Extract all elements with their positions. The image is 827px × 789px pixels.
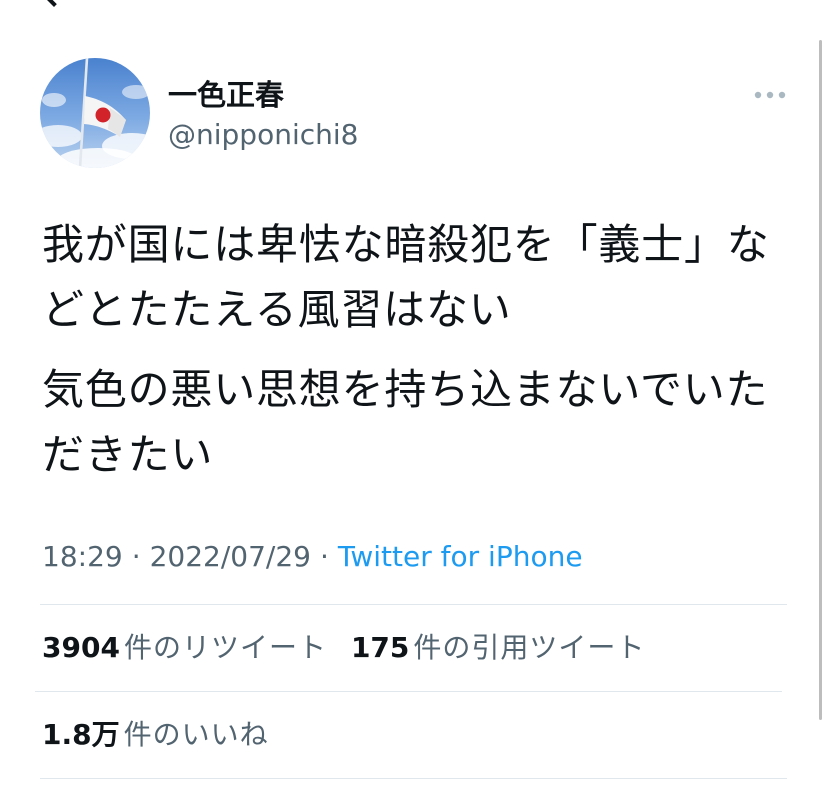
tweet-paragraph: 我が国には卑怯な暗殺犯を「義士」などとたたえる風習はない — [42, 220, 770, 334]
divider — [40, 778, 787, 779]
tweet-time: 18:29 — [42, 540, 123, 573]
more-horizontal-icon — [754, 91, 786, 99]
retweets-label: 件のリツイート — [123, 631, 327, 664]
retweets-count: 3904 — [42, 631, 120, 664]
likes-stats-row: 1.8万 件のいいね — [42, 715, 269, 755]
back-button[interactable] — [28, 0, 71, 10]
japanese-flag-avatar-icon — [40, 58, 150, 168]
more-button[interactable] — [752, 87, 788, 103]
scrollbar[interactable] — [819, 40, 822, 720]
divider — [35, 691, 782, 692]
quotes-count: 175 — [350, 631, 410, 664]
tweet-source-link[interactable]: Twitter for iPhone — [338, 540, 583, 573]
author-handle[interactable]: @nipponichi8 — [168, 116, 358, 154]
likes-label: 件のいいね — [123, 718, 269, 751]
retweet-stats-row: 3904 件のリツイート 175 件の引用ツイート — [42, 628, 645, 668]
tweet-date: 2022/07/29 — [149, 540, 311, 573]
separator-dot: · — [320, 540, 329, 573]
chevron-left-icon — [37, 0, 71, 7]
separator-dot: · — [131, 540, 141, 573]
quotes-stat[interactable]: 175 件の引用ツイート — [351, 628, 645, 668]
avatar[interactable] — [40, 58, 150, 168]
likes-stat[interactable]: 1.8万 件のいいね — [42, 715, 269, 755]
likes-count: 1.8万 — [42, 718, 120, 751]
tweet-text: 我が国には卑怯な暗殺犯を「義士」などとたたえる風習はない 気色の悪い思想を持ち込… — [42, 212, 787, 502]
tweet-timestamp: 18:29 · 2022/07/29 · Twitter for iPhone — [42, 537, 583, 577]
tweet-paragraph: 気色の悪い思想を持ち込まないでいただきたい — [42, 365, 769, 479]
divider — [40, 604, 787, 605]
author-name[interactable]: 一色正春 — [168, 76, 284, 114]
retweets-stat[interactable]: 3904 件のリツイート — [42, 628, 327, 668]
quotes-label: 件の引用ツイート — [413, 631, 646, 664]
